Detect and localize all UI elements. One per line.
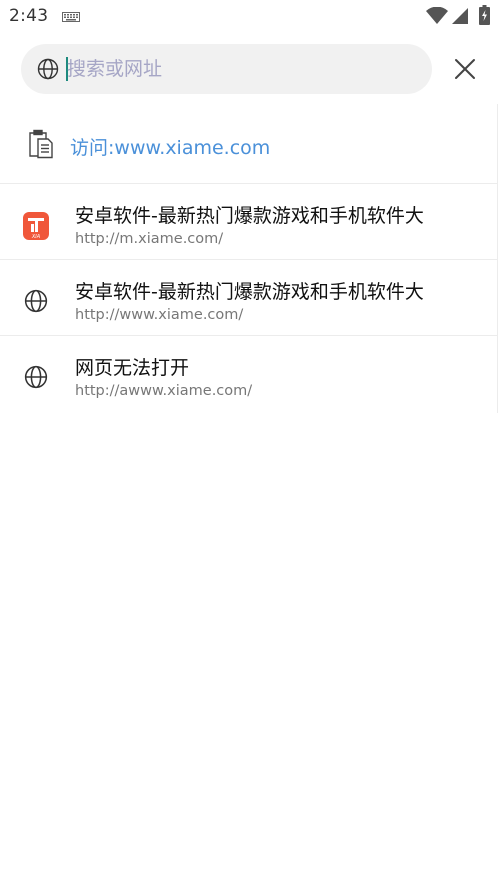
history-item-title: 安卓软件-最新热门爆款游戏和手机软件大 [75, 205, 424, 227]
keyboard-icon [62, 12, 80, 22]
svg-text:XIA: XIA [31, 234, 41, 240]
globe-icon [24, 289, 48, 313]
globe-icon [24, 365, 48, 389]
visit-url-label: 访问:www.xiame.com [70, 137, 271, 159]
globe-icon [37, 58, 59, 80]
history-item-title: 网页无法打开 [75, 357, 190, 379]
visit-url-row[interactable]: 访问:www.xiame.com [0, 104, 498, 184]
history-item-url: http://awww.xiame.com/ [75, 383, 253, 399]
close-icon[interactable] [451, 55, 479, 83]
search-input[interactable] [67, 54, 407, 84]
xiame-app-logo-icon: XIA [23, 212, 49, 240]
history-item[interactable]: 安卓软件-最新热门爆款游戏和手机软件大 http://www.xiame.com… [0, 260, 498, 336]
history-item-url: http://m.xiame.com/ [75, 231, 224, 247]
history-item-url: http://www.xiame.com/ [75, 307, 244, 323]
clipboard-icon [29, 129, 53, 159]
history-item-title: 安卓软件-最新热门爆款游戏和手机软件大 [75, 281, 424, 303]
history-item[interactable]: 网页无法打开 http://awww.xiame.com/ [0, 336, 498, 413]
signal-icon [452, 8, 468, 24]
wifi-icon [426, 7, 448, 24]
status-bar: 2:43 [0, 0, 499, 34]
search-bar[interactable] [21, 44, 432, 94]
history-item[interactable]: XIA 安卓软件-最新热门爆款游戏和手机软件大 http://m.xiame.c… [0, 184, 498, 260]
battery-charging-icon [479, 5, 490, 25]
suggestion-list: 访问:www.xiame.com XIA 安卓软件-最新热门爆款游戏和手机软件大… [0, 104, 499, 413]
status-time: 2:43 [9, 6, 49, 26]
